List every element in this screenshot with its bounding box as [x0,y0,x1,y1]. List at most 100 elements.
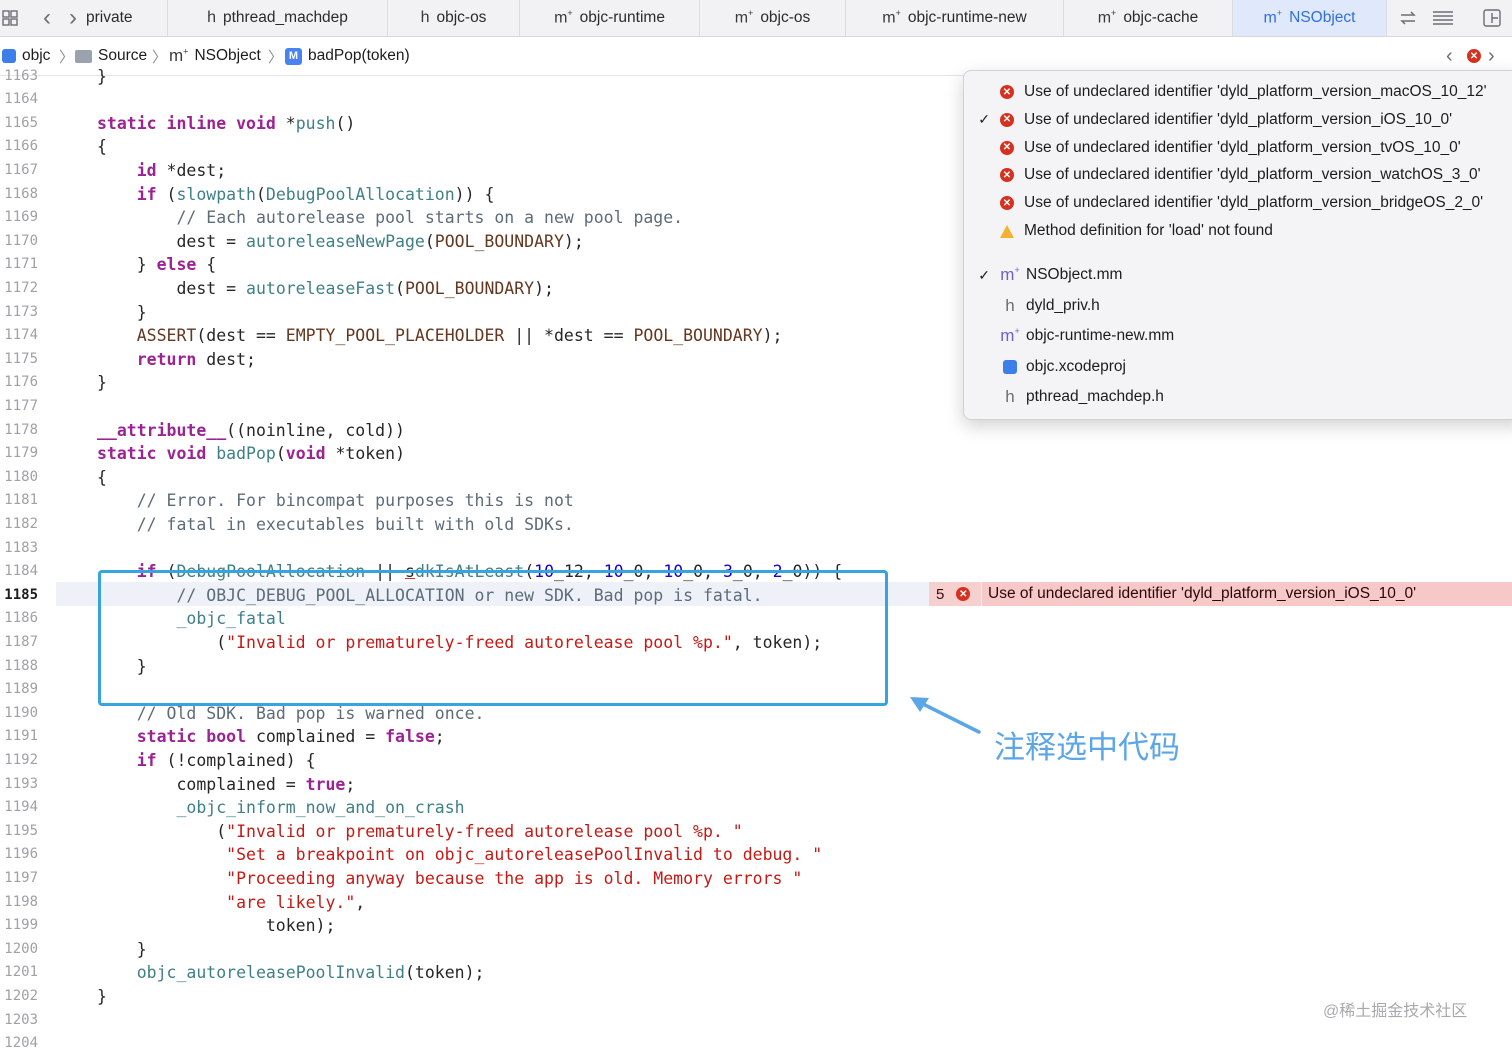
forward-chevron-icon[interactable]: › [62,0,84,36]
code-line[interactable]: id *dest; [97,159,226,183]
grid-icon[interactable] [0,0,20,36]
related-file-item[interactable]: m + objc-runtime-new.mm [964,321,1512,351]
tab-objc-os[interactable]: h objc-os [388,0,520,36]
related-file-item[interactable]: objc.xcodeproj [964,352,1512,382]
issue-item[interactable]: ✕ Use of undeclared identifier 'dyld_plat… [964,134,1512,162]
code-line[interactable]: if (slowpath(DebugPoolAllocation)) { [97,183,495,207]
breadcrumb-file[interactable]: m+ NSObject [169,37,261,75]
line-number: 1176 [4,374,38,391]
line-number: 1202 [4,987,38,1004]
issue-item[interactable]: ✓ ✕ Use of undeclared identifier 'dyld_pla… [964,106,1512,134]
code-token: } [97,255,157,275]
error-count-badge[interactable]: 5 ✕ [929,582,981,606]
tab-objc-runtime[interactable]: m+ objc-runtime [520,0,700,36]
code-token: void [236,113,276,133]
code-line[interactable]: "are likely.", [97,891,365,915]
code-line[interactable]: { [97,466,107,490]
code-token: inline [166,113,227,133]
breadcrumb-separator-icon: 〉 [59,48,75,66]
code-line[interactable]: static inline void *push() [97,112,355,136]
related-file-item[interactable]: h dyld_priv.h [964,291,1512,321]
tab-label: objc-runtime [579,9,665,26]
code-line[interactable]: { [97,135,107,159]
issue-item[interactable]: ✕ Use of undeclared identifier 'dyld_plat… [964,189,1512,217]
code-token: ( [424,231,435,251]
code-line[interactable]: // Error. For bincompat purposes this is… [97,489,574,513]
code-token: static [97,113,157,133]
code-token: } [97,302,147,322]
line-number: 1204 [4,1035,38,1052]
code-token: static [97,444,157,464]
line-number: 1181 [4,492,38,509]
code-line[interactable]: dest = autoreleaseFast(POOL_BOUNDARY); [97,277,554,301]
line-number: 1189 [4,681,38,698]
issue-item[interactable]: ✕ Use of undeclared identifier 'dyld_plat… [964,78,1512,106]
line-number: 1191 [4,728,38,745]
code-line[interactable]: return dest; [97,348,256,372]
code-line[interactable]: "Proceeding anyway because the app is ol… [97,867,802,891]
issues-popup[interactable]: ✕ Use of undeclared identifier 'dyld_plat… [963,70,1512,420]
code-token: void [166,444,207,464]
line-number: 1201 [4,964,38,981]
issue-item[interactable]: ✕ Use of undeclared identifier 'dyld_plat… [964,161,1512,189]
add-editor-icon[interactable] [1478,0,1506,36]
breadcrumb-symbol[interactable]: M badPop(token) [285,37,410,75]
tab-pthread_machdep[interactable]: h pthread_machdep [168,0,388,36]
code-line[interactable]: static bool complained = false; [97,725,445,749]
code-line[interactable]: } [97,938,147,962]
objc-source-file-icon: m+ [1000,265,1020,284]
breadcrumb-separator-icon: 〉 [268,48,284,66]
code-token: static [136,727,197,747]
code-line[interactable]: ("Invalid or prematurely-freed autorelea… [97,820,743,844]
breadcrumb-folder[interactable]: Source [75,37,147,75]
objc-source-file-icon: m+ [734,8,754,27]
code-token: // fatal in executables built with old S… [136,514,574,534]
related-file-item[interactable]: h pthread_machdep.h [964,382,1512,412]
code-token: ( [156,184,177,204]
code-token: if [136,750,157,770]
code-line[interactable]: } [97,371,107,395]
code-line[interactable]: ASSERT(dest == EMPTY_POOL_PLACEHOLDER ||… [97,324,783,348]
code-line[interactable]: complained = true; [97,773,355,797]
code-line[interactable]: "Set a breakpoint on objc_autoreleasePoo… [97,843,822,867]
tab-private[interactable]: private [86,0,168,36]
tab-objc-os[interactable]: m+ objc-os [700,0,846,36]
issue-item[interactable]: Method definition for 'load' not found [964,217,1512,245]
code-line[interactable]: } [97,65,107,89]
code-line[interactable]: // fatal in executables built with old S… [97,513,574,537]
issue-text: Method definition for 'load' not found [1024,222,1273,239]
back-chevron-icon[interactable]: ‹ [36,0,58,36]
related-file-name: dyld_priv.h [1026,296,1100,314]
code-token: ); [762,326,783,346]
code-line[interactable]: dest = autoreleaseNewPage(POOL_BOUNDARY)… [97,230,583,254]
tab-objc-runtime-new[interactable]: m+ objc-runtime-new [846,0,1064,36]
code-line[interactable]: static void badPop(void *token) [97,442,405,466]
code-line[interactable]: objc_autoreleasePoolInvalid(token); [97,961,485,985]
code-line[interactable]: __attribute__((noinline, cold)) [97,419,405,443]
error-icon: ✕ [994,85,1020,99]
related-file-name: pthread_machdep.h [1026,388,1164,405]
inline-error-message[interactable]: Use of undeclared identifier 'dyld_platf… [982,582,1512,606]
objc-source-file-icon: m+ [882,8,901,27]
code-line[interactable]: if (!complained) { [97,749,316,773]
code-line[interactable]: } else { [97,253,217,277]
tab-objc-cache[interactable]: m+ objc-cache [1064,0,1233,36]
tab-nsobject-active[interactable]: m+ NSObject [1233,0,1387,36]
code-token: if [136,184,157,204]
code-line[interactable]: _objc_inform_now_and_on_crash [97,796,464,820]
project-icon [2,49,16,63]
swap-icon[interactable] [1394,0,1422,36]
code-line[interactable]: } [97,301,147,325]
related-file-name: NSObject.mm [1026,266,1123,283]
code-line[interactable]: } [97,985,107,1009]
related-file-item[interactable]: ✓ m + NSObject.mm [964,260,1512,290]
code-token: // Error. For bincompat purposes this is… [136,491,574,511]
code-line[interactable]: token); [97,914,336,938]
code-token: "Set a breakpoint on objc_autoreleasePoo… [226,845,823,865]
issue-text: Use of undeclared identifier 'dyld_platf… [1024,110,1453,128]
code-token: () [335,113,356,133]
editor-options-icon[interactable] [1428,0,1458,36]
code-line[interactable]: // Each autorelease pool starts on a new… [97,206,683,230]
